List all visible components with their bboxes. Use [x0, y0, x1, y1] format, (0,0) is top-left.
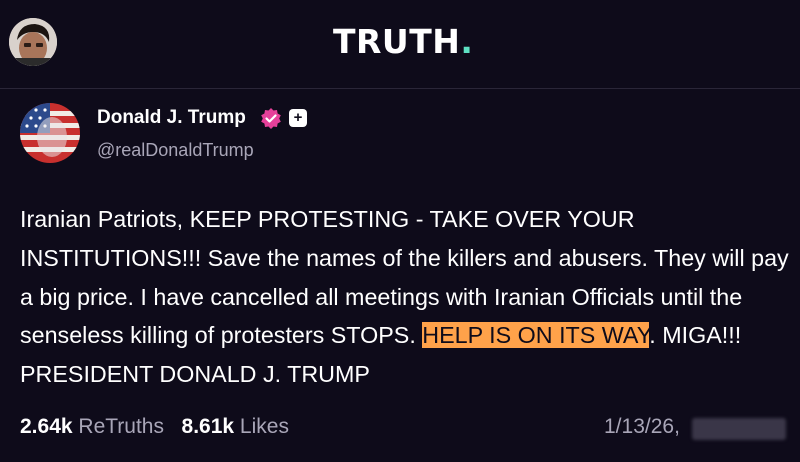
post-body: Iranian Patriots, KEEP PROTESTING - TAKE…: [20, 200, 790, 394]
post-date: 1/13/26,: [604, 415, 680, 438]
redacted-time: [692, 418, 786, 440]
author-avatar[interactable]: [20, 103, 80, 163]
likes-count[interactable]: 8.61k: [182, 415, 235, 438]
verified-badge-icon: [261, 108, 281, 129]
logo-text: TRUTH: [333, 22, 461, 61]
author-name[interactable]: Donald J. Trump: [97, 106, 246, 130]
author-handle[interactable]: @realDonaldTrump: [97, 139, 254, 161]
user-avatar-image: [9, 18, 57, 66]
truth-social-post-screenshot: TRUTH. Donald J. Trump + @realDonaldTrum…: [0, 0, 800, 462]
current-user-avatar[interactable]: [9, 18, 57, 66]
likes-label[interactable]: Likes: [240, 415, 289, 438]
retruths-count[interactable]: 2.64k: [20, 415, 73, 438]
post-stats: 2.64k ReTruths 8.61k Likes: [20, 413, 289, 441]
truth-logo[interactable]: TRUTH.: [333, 22, 473, 62]
follow-button[interactable]: +: [289, 109, 307, 127]
logo-dot: .: [460, 22, 474, 61]
retruths-label[interactable]: ReTruths: [78, 415, 164, 438]
app-header: TRUTH.: [0, 0, 800, 89]
author-avatar-image: [20, 103, 80, 163]
highlighted-text: HELP IS ON ITS WAY: [422, 322, 650, 349]
